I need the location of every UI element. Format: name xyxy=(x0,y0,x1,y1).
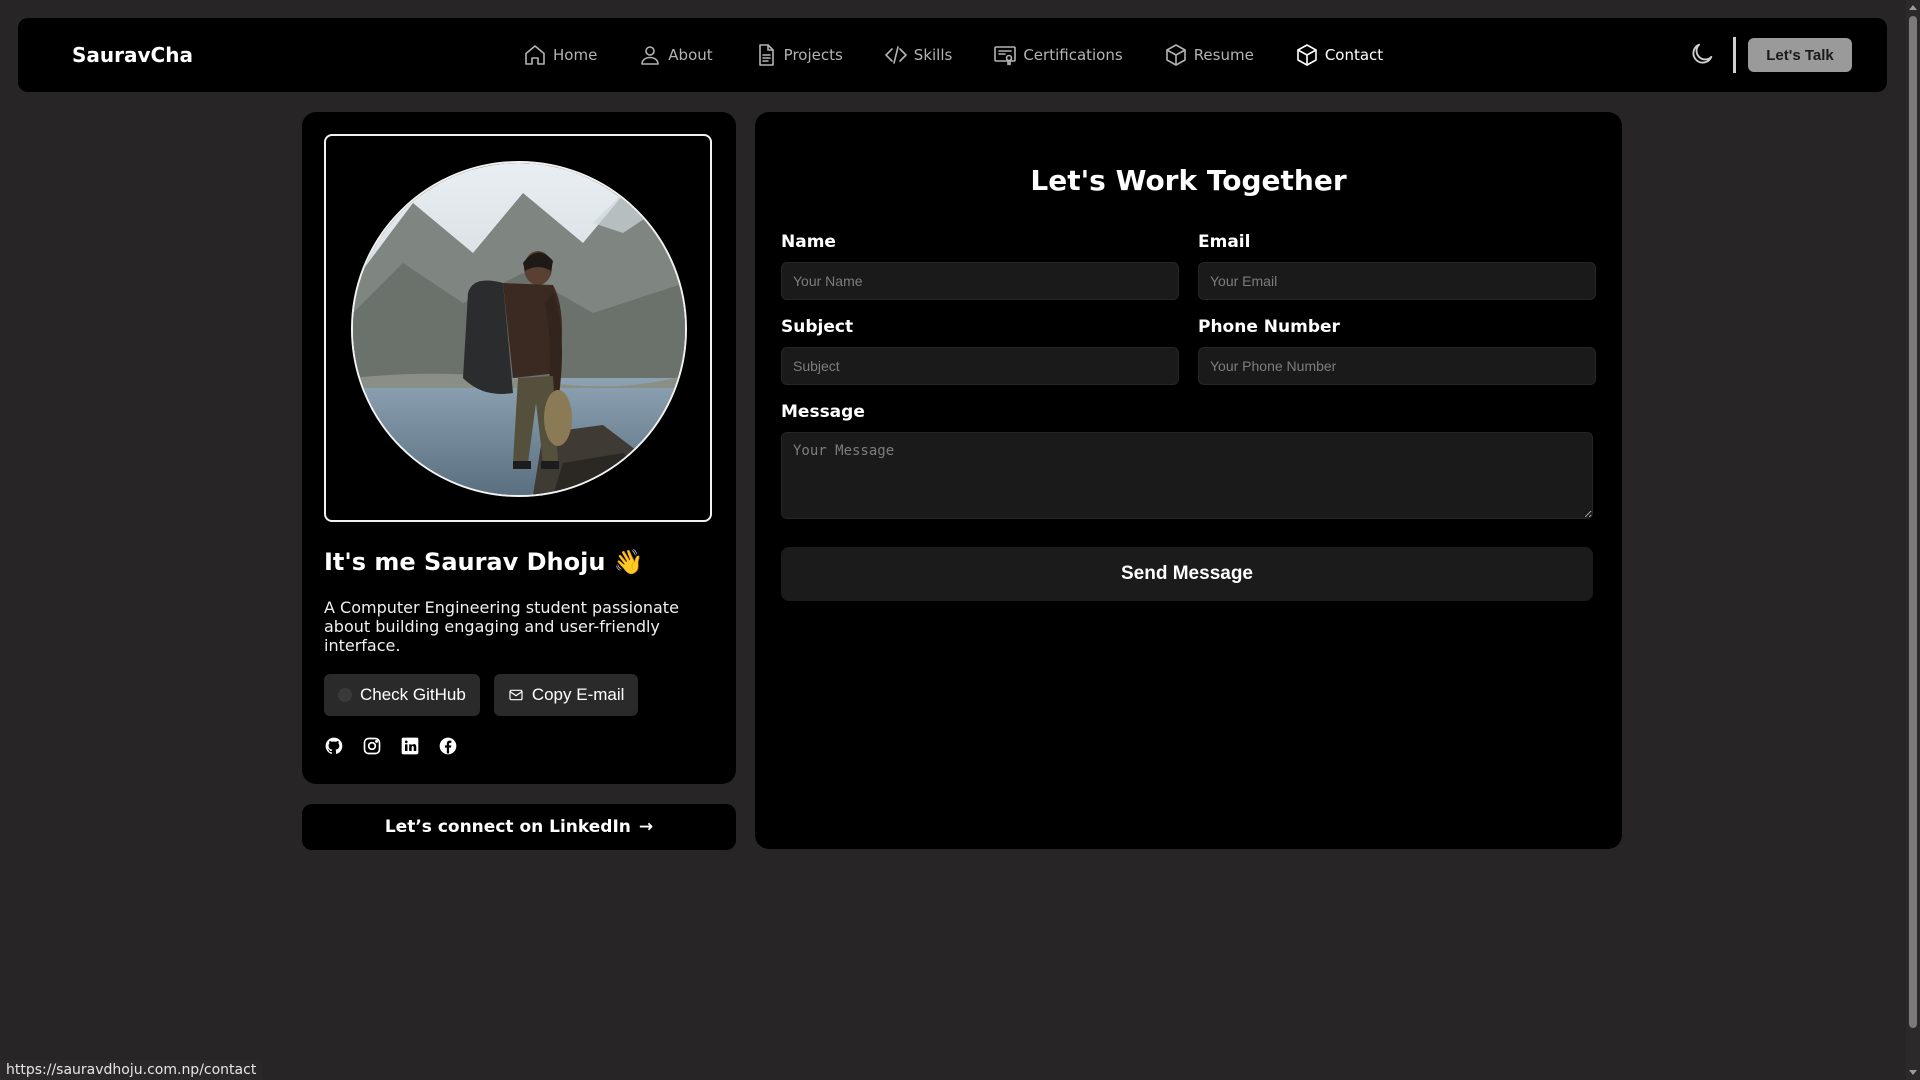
contact-form: Let's Work Together Name Email Subject P… xyxy=(755,112,1622,849)
nav-certifications[interactable]: Certifications xyxy=(993,43,1123,67)
scroll-down-icon[interactable] xyxy=(1909,1070,1917,1075)
profile-photo-image xyxy=(353,163,685,495)
nav-home[interactable]: Home xyxy=(523,43,597,67)
linkedin-connect-label: Let’s connect on LinkedIn xyxy=(384,817,631,837)
phone-input[interactable] xyxy=(1198,347,1596,385)
nav-skills-label: Skills xyxy=(913,46,953,64)
github-mini-icon xyxy=(338,688,352,702)
profile-description: A Computer Engineering student passionat… xyxy=(324,598,679,655)
nav-resume-label: Resume xyxy=(1193,46,1254,64)
nav-divider xyxy=(1733,37,1736,73)
box-icon xyxy=(1165,44,1186,66)
send-message-button[interactable]: Send Message xyxy=(781,547,1593,601)
email-label: Email xyxy=(1198,232,1251,252)
linkedin-connect-button[interactable]: Let’s connect on LinkedIn → xyxy=(302,804,736,850)
scroll-thumb[interactable] xyxy=(1909,16,1917,1028)
profile-title: It's me Saurav Dhoju xyxy=(324,548,606,576)
file-icon xyxy=(758,44,774,66)
subject-input[interactable] xyxy=(781,347,1179,385)
lets-talk-button[interactable]: Let's Talk xyxy=(1748,38,1852,72)
navbar: SauravCha Home About Projects Skills Cer… xyxy=(18,18,1887,92)
profile-buttons: Check GitHub Copy E-mail xyxy=(324,674,639,716)
subject-label: Subject xyxy=(781,317,854,337)
phone-label: Phone Number xyxy=(1198,317,1340,337)
nav-about-label: About xyxy=(668,46,713,64)
nav-about[interactable]: About xyxy=(638,43,713,67)
arrow-right-icon: → xyxy=(638,817,654,837)
profile-photo xyxy=(351,161,687,497)
profile-card: It's me Saurav Dhoju 👋 A Computer Engine… xyxy=(302,112,736,784)
copy-email-button[interactable]: Copy E-mail xyxy=(493,674,639,716)
nav-certifications-label: Certifications xyxy=(1023,46,1123,64)
certificate-icon xyxy=(994,46,1017,66)
photo-frame xyxy=(324,134,712,522)
email-input[interactable] xyxy=(1198,262,1596,300)
scroll-up-icon[interactable] xyxy=(1909,5,1917,10)
form-title: Let's Work Together xyxy=(1030,164,1347,197)
message-label: Message xyxy=(781,402,865,422)
linkedin-icon[interactable] xyxy=(400,736,420,756)
nav-links: Home About Projects Skills Certification… xyxy=(523,18,1383,92)
nav-home-label: Home xyxy=(553,46,598,64)
nav-contact-label: Contact xyxy=(1324,46,1384,64)
github-icon[interactable] xyxy=(324,736,344,756)
social-links xyxy=(324,736,458,756)
name-input[interactable] xyxy=(781,262,1179,300)
check-github-label: Check GitHub xyxy=(360,685,466,704)
theme-toggle[interactable] xyxy=(1688,40,1718,70)
instagram-icon[interactable] xyxy=(362,736,382,756)
brand-logo[interactable]: SauravCha xyxy=(72,18,193,92)
nav-projects-label: Projects xyxy=(783,46,843,64)
page-scrollbar[interactable] xyxy=(1906,0,1920,1080)
profile-heading: It's me Saurav Dhoju 👋 xyxy=(324,548,644,576)
status-bar-url: https://sauravdhoju.com.np/contact xyxy=(0,1060,263,1080)
copy-email-label: Copy E-mail xyxy=(531,685,625,704)
moon-icon xyxy=(1692,43,1713,64)
cube-icon xyxy=(1297,44,1317,66)
message-textarea[interactable] xyxy=(781,432,1593,519)
mail-icon xyxy=(509,689,523,701)
code-icon xyxy=(884,46,907,64)
nav-contact[interactable]: Contact xyxy=(1295,43,1383,67)
check-github-button[interactable]: Check GitHub xyxy=(324,674,480,716)
nav-projects[interactable]: Projects xyxy=(754,43,843,67)
nav-resume[interactable]: Resume xyxy=(1164,43,1254,67)
wave-emoji: 👋 xyxy=(613,548,644,576)
facebook-icon[interactable] xyxy=(438,736,458,756)
nav-skills[interactable]: Skills xyxy=(884,43,953,67)
home-icon xyxy=(525,45,545,65)
name-label: Name xyxy=(781,232,836,252)
user-icon xyxy=(641,46,660,65)
